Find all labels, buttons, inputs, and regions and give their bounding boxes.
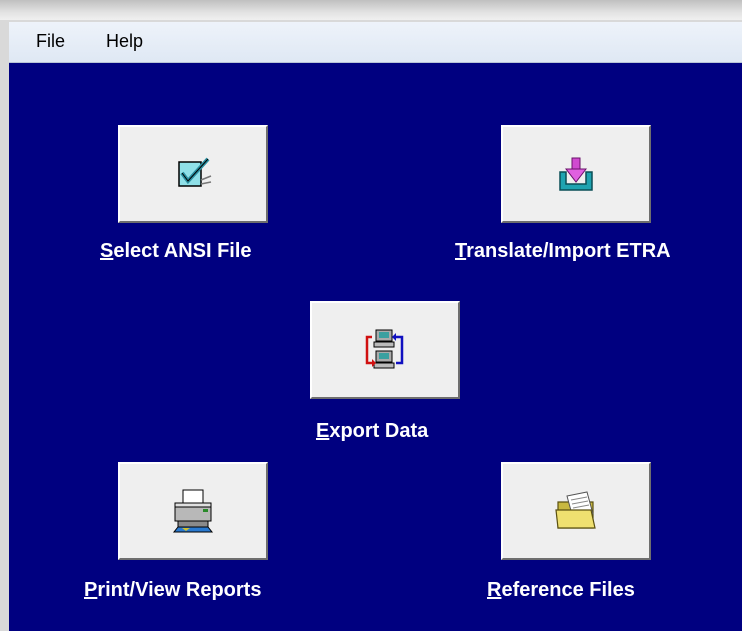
menu-file[interactable]: File	[36, 31, 65, 52]
checkmark-icon	[178, 157, 212, 187]
reference-files-label[interactable]: Reference Files	[487, 579, 635, 602]
menu-help[interactable]: Help	[106, 31, 143, 52]
import-icon	[559, 157, 593, 191]
app-window: File Help Select ANSI File Translate/Imp…	[0, 0, 742, 631]
computers-exchange-icon	[365, 329, 404, 369]
folder-icon	[555, 491, 596, 529]
reference-files-button[interactable]	[501, 462, 651, 560]
select-ansi-file-label[interactable]: Select ANSI File	[100, 240, 252, 263]
menu-bar: File Help	[9, 22, 742, 63]
translate-import-etra-button[interactable]	[501, 125, 651, 223]
main-panel: Select ANSI File Translate/Import ETRA E…	[9, 63, 742, 631]
select-ansi-file-button[interactable]	[118, 125, 268, 223]
translate-import-etra-label[interactable]: Translate/Import ETRA	[455, 240, 671, 263]
title-bar	[0, 0, 742, 20]
export-data-button[interactable]	[310, 301, 460, 399]
print-view-reports-label[interactable]: Print/View Reports	[84, 579, 261, 602]
printer-icon	[172, 489, 214, 533]
export-data-label[interactable]: Export Data	[316, 420, 428, 443]
print-view-reports-button[interactable]	[118, 462, 268, 560]
